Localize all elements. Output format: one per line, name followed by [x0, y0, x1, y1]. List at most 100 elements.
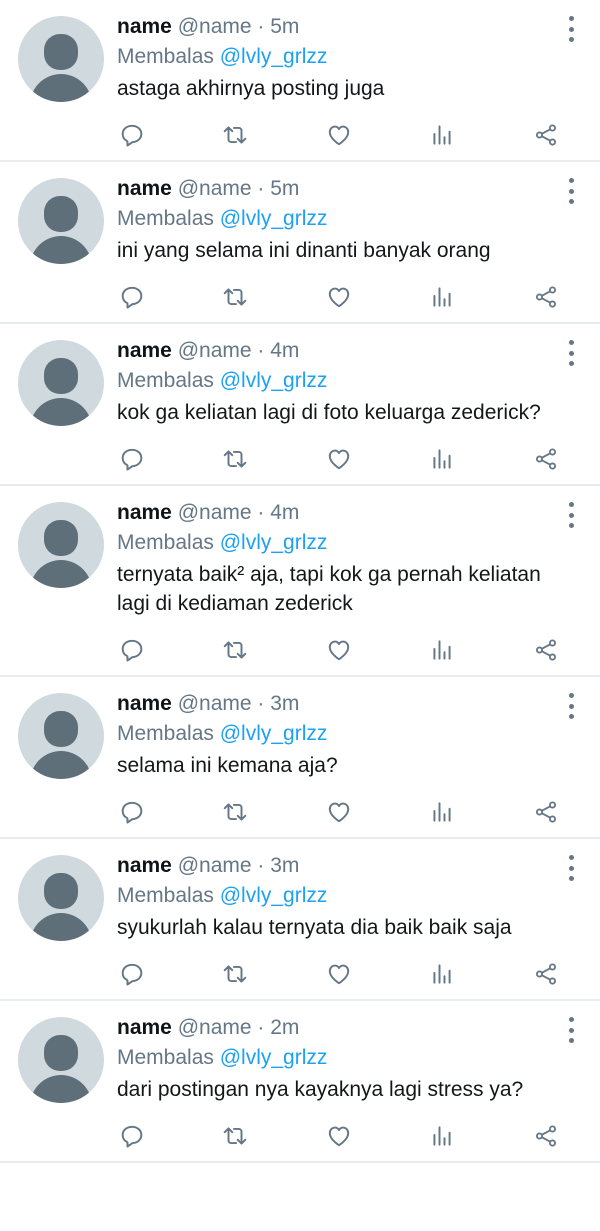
reply-button[interactable]: [117, 797, 147, 827]
avatar[interactable]: [18, 855, 104, 941]
stats-icon: [433, 802, 451, 822]
user-handle[interactable]: @name: [178, 177, 252, 200]
avatar[interactable]: [18, 693, 104, 779]
avatar[interactable]: [18, 502, 104, 588]
user-handle[interactable]: @name: [178, 1016, 252, 1039]
more-vertical-icon[interactable]: [564, 178, 578, 204]
tweet[interactable]: name @name · 3m Membalas @lvly_grlzz sel…: [0, 677, 600, 839]
stats-button[interactable]: [427, 282, 457, 312]
retweet-icon: [223, 450, 247, 468]
retweet-button[interactable]: [220, 959, 250, 989]
separator-dot: ·: [257, 15, 265, 38]
retweet-icon: [223, 288, 247, 306]
tweet[interactable]: name @name · 3m Membalas @lvly_grlzz syu…: [0, 839, 600, 1001]
display-name[interactable]: name: [117, 692, 172, 715]
avatar[interactable]: [18, 1017, 104, 1103]
like-button[interactable]: [324, 635, 354, 665]
heart-icon: [328, 964, 350, 985]
user-handle[interactable]: @name: [178, 15, 252, 38]
more-vertical-icon[interactable]: [564, 502, 578, 528]
share-icon: [535, 448, 557, 470]
like-button[interactable]: [324, 959, 354, 989]
tweet[interactable]: name @name · 4m Membalas @lvly_grlzz kok…: [0, 324, 600, 486]
retweet-icon: [223, 126, 247, 144]
timestamp[interactable]: 3m: [270, 692, 299, 715]
retweet-button[interactable]: [220, 120, 250, 150]
display-name[interactable]: name: [117, 15, 172, 38]
reply-icon: [121, 639, 143, 662]
timestamp[interactable]: 2m: [270, 1016, 299, 1039]
user-handle[interactable]: @name: [178, 501, 252, 524]
reply-button[interactable]: [117, 444, 147, 474]
stats-button[interactable]: [427, 635, 457, 665]
like-button[interactable]: [324, 1121, 354, 1151]
display-name[interactable]: name: [117, 177, 172, 200]
retweet-button[interactable]: [220, 282, 250, 312]
stats-button[interactable]: [427, 120, 457, 150]
retweet-button[interactable]: [220, 444, 250, 474]
share-button[interactable]: [531, 959, 561, 989]
stats-button[interactable]: [427, 959, 457, 989]
more-vertical-icon[interactable]: [564, 1017, 578, 1043]
retweet-button[interactable]: [220, 797, 250, 827]
user-handle[interactable]: @name: [178, 339, 252, 362]
timestamp[interactable]: 5m: [270, 15, 299, 38]
retweet-button[interactable]: [220, 1121, 250, 1151]
action-bar: [0, 270, 600, 322]
reply-to-link[interactable]: @lvly_grlzz: [220, 1046, 328, 1069]
tweet[interactable]: name @name · 4m Membalas @lvly_grlzz ter…: [0, 486, 600, 677]
separator-dot: ·: [257, 501, 265, 524]
display-name[interactable]: name: [117, 339, 172, 362]
share-button[interactable]: [531, 797, 561, 827]
stats-button[interactable]: [427, 797, 457, 827]
share-button[interactable]: [531, 635, 561, 665]
stats-icon: [433, 1126, 451, 1146]
stats-button[interactable]: [427, 1121, 457, 1151]
stats-button[interactable]: [427, 444, 457, 474]
display-name[interactable]: name: [117, 501, 172, 524]
tweet[interactable]: name @name · 2m Membalas @lvly_grlzz dar…: [0, 1001, 600, 1163]
avatar[interactable]: [18, 340, 104, 426]
reply-to-link[interactable]: @lvly_grlzz: [220, 884, 328, 907]
timestamp[interactable]: 4m: [270, 501, 299, 524]
action-bar: [0, 1109, 600, 1161]
reply-button[interactable]: [117, 635, 147, 665]
reply-to-link[interactable]: @lvly_grlzz: [220, 45, 328, 68]
like-button[interactable]: [324, 120, 354, 150]
share-button[interactable]: [531, 444, 561, 474]
avatar[interactable]: [18, 16, 104, 102]
avatar[interactable]: [18, 178, 104, 264]
timestamp[interactable]: 4m: [270, 339, 299, 362]
share-icon: [535, 124, 557, 146]
like-button[interactable]: [324, 797, 354, 827]
reply-button[interactable]: [117, 959, 147, 989]
default-avatar-icon: [44, 196, 78, 232]
reply-button[interactable]: [117, 120, 147, 150]
like-button[interactable]: [324, 282, 354, 312]
timestamp[interactable]: 5m: [270, 177, 299, 200]
retweet-button[interactable]: [220, 635, 250, 665]
share-button[interactable]: [531, 282, 561, 312]
tweet[interactable]: name @name · 5m Membalas @lvly_grlzz ast…: [0, 0, 600, 162]
user-handle[interactable]: @name: [178, 692, 252, 715]
display-name[interactable]: name: [117, 1016, 172, 1039]
reply-to-link[interactable]: @lvly_grlzz: [220, 369, 328, 392]
reply-to-link[interactable]: @lvly_grlzz: [220, 722, 328, 745]
more-vertical-icon[interactable]: [564, 855, 578, 881]
stats-icon: [433, 449, 451, 469]
display-name[interactable]: name: [117, 854, 172, 877]
share-button[interactable]: [531, 120, 561, 150]
like-button[interactable]: [324, 444, 354, 474]
heart-icon: [328, 125, 350, 146]
reply-to-link[interactable]: @lvly_grlzz: [220, 207, 328, 230]
timestamp[interactable]: 3m: [270, 854, 299, 877]
tweet[interactable]: name @name · 5m Membalas @lvly_grlzz ini…: [0, 162, 600, 324]
more-vertical-icon[interactable]: [564, 693, 578, 719]
more-vertical-icon[interactable]: [564, 340, 578, 366]
reply-button[interactable]: [117, 1121, 147, 1151]
reply-to-link[interactable]: @lvly_grlzz: [220, 531, 328, 554]
reply-button[interactable]: [117, 282, 147, 312]
share-button[interactable]: [531, 1121, 561, 1151]
user-handle[interactable]: @name: [178, 854, 252, 877]
more-vertical-icon[interactable]: [564, 16, 578, 42]
